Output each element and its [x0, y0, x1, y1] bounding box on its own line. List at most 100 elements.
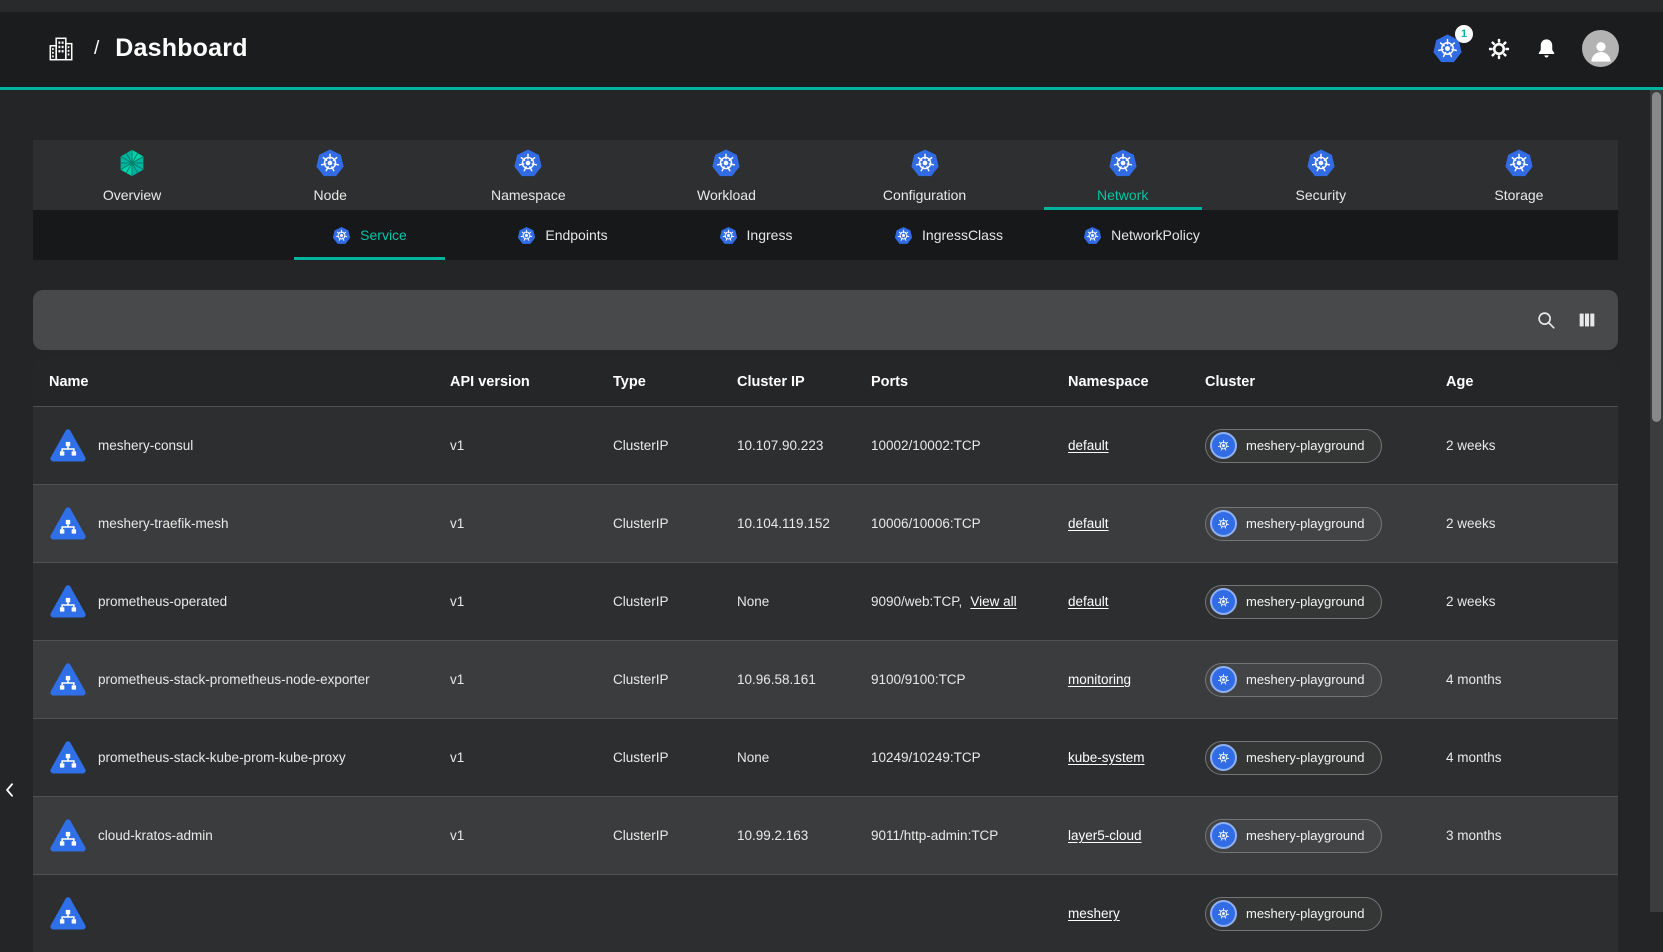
- table-row[interactable]: cloud-kratos-admin v1 ClusterIP 10.99.2.…: [33, 796, 1618, 874]
- name-cell: cloud-kratos-admin: [49, 817, 450, 855]
- name-cell: prometheus-stack-prometheus-node-exporte…: [49, 661, 450, 699]
- tab-overview[interactable]: Overview: [33, 140, 231, 210]
- namespace-link[interactable]: layer5-cloud: [1068, 828, 1142, 843]
- subtab-service[interactable]: Service: [273, 210, 466, 260]
- cluster-chip[interactable]: meshery-playground: [1205, 507, 1382, 541]
- api-version-cell: v1: [450, 672, 613, 687]
- cluster-cell: meshery-playground: [1205, 585, 1446, 619]
- settings-gear-icon[interactable]: [1487, 37, 1511, 61]
- subtab-label: Service: [360, 227, 407, 243]
- kubernetes-icon: [1210, 432, 1237, 459]
- table-row[interactable]: meshery-traefik-mesh v1 ClusterIP 10.104…: [33, 484, 1618, 562]
- kubernetes-icon: [1306, 148, 1336, 178]
- ports-cell: 9011/http-admin:TCP: [871, 828, 1068, 843]
- kubernetes-context-button[interactable]: 1: [1432, 33, 1463, 64]
- service-name: prometheus-stack-kube-prom-kube-proxy: [98, 750, 346, 765]
- subtab-ingress[interactable]: Ingress: [659, 210, 852, 260]
- namespace-link[interactable]: kube-system: [1068, 750, 1145, 765]
- tab-workload[interactable]: Workload: [627, 140, 825, 210]
- subtab-networkpolicy[interactable]: NetworkPolicy: [1045, 210, 1238, 260]
- service-triangle-icon: [49, 661, 87, 699]
- cluster-ip-cell: 10.96.58.161: [737, 672, 871, 687]
- cluster-cell: meshery-playground: [1205, 507, 1446, 541]
- cluster-cell: meshery-playground: [1205, 741, 1446, 775]
- cluster-cell: meshery-playground: [1205, 897, 1446, 931]
- kubernetes-icon: [1210, 744, 1237, 771]
- type-cell: ClusterIP: [613, 672, 737, 687]
- subtab-ingressclass[interactable]: IngressClass: [852, 210, 1045, 260]
- namespace-link[interactable]: default: [1068, 594, 1109, 609]
- cluster-ip-cell: 10.107.90.223: [737, 438, 871, 453]
- cluster-chip[interactable]: meshery-playground: [1205, 819, 1382, 853]
- service-name: prometheus-operated: [98, 594, 227, 609]
- user-avatar[interactable]: [1582, 30, 1619, 67]
- table-row[interactable]: prometheus-stack-kube-prom-kube-proxy v1…: [33, 718, 1618, 796]
- cluster-chip[interactable]: meshery-playground: [1205, 585, 1382, 619]
- tab-node[interactable]: Node: [231, 140, 429, 210]
- cluster-chip[interactable]: meshery-playground: [1205, 663, 1382, 697]
- service-name: cloud-kratos-admin: [98, 828, 213, 843]
- notifications-bell-icon[interactable]: [1535, 37, 1558, 60]
- table-row[interactable]: meshery-consul v1 ClusterIP 10.107.90.22…: [33, 406, 1618, 484]
- column-header-age[interactable]: Age: [1446, 374, 1618, 390]
- cluster-chip-label: meshery-playground: [1246, 594, 1365, 609]
- subtab-endpoints[interactable]: Endpoints: [466, 210, 659, 260]
- service-name: prometheus-stack-prometheus-node-exporte…: [98, 672, 370, 687]
- cluster-chip[interactable]: meshery-playground: [1205, 897, 1382, 931]
- search-icon[interactable]: [1535, 309, 1557, 331]
- tab-security[interactable]: Security: [1222, 140, 1420, 210]
- scrollbar-thumb[interactable]: [1652, 92, 1661, 422]
- table-row[interactable]: prometheus-stack-prometheus-node-exporte…: [33, 640, 1618, 718]
- namespace-link[interactable]: default: [1068, 438, 1109, 453]
- column-header-cluster[interactable]: Cluster: [1205, 374, 1446, 390]
- cluster-cell: meshery-playground: [1205, 819, 1446, 853]
- namespace-link[interactable]: monitoring: [1068, 672, 1131, 687]
- service-triangle-icon: [49, 739, 87, 777]
- ports-cell: [871, 906, 1068, 921]
- column-header-type[interactable]: Type: [613, 374, 737, 390]
- type-cell: ClusterIP: [613, 594, 737, 609]
- tab-network[interactable]: Network: [1024, 140, 1222, 210]
- view-all-ports-link[interactable]: View all: [970, 594, 1016, 609]
- namespace-cell: default: [1068, 594, 1205, 609]
- age-cell: 4 months: [1446, 750, 1618, 765]
- kubernetes-icon: [1210, 900, 1237, 927]
- column-header-api-version[interactable]: API version: [450, 374, 613, 390]
- header-accent-line: [0, 87, 1663, 90]
- api-version-cell: v1: [450, 438, 613, 453]
- kubernetes-icon: [513, 148, 543, 178]
- subtab-label: IngressClass: [922, 227, 1003, 243]
- page-scrollbar[interactable]: [1650, 90, 1663, 912]
- page-title: Dashboard: [115, 34, 247, 63]
- tab-configuration[interactable]: Configuration: [826, 140, 1024, 210]
- table-row[interactable]: prometheus-operated v1 ClusterIP None 90…: [33, 562, 1618, 640]
- cluster-ip-cell: 10.104.119.152: [737, 516, 871, 531]
- column-header-namespace[interactable]: Namespace: [1068, 374, 1205, 390]
- ports-cell: 10006/10006:TCP: [871, 516, 1068, 531]
- column-header-name[interactable]: Name: [49, 374, 450, 390]
- namespace-cell: monitoring: [1068, 672, 1205, 687]
- tab-storage[interactable]: Storage: [1420, 140, 1618, 210]
- tab-namespace[interactable]: Namespace: [429, 140, 627, 210]
- sidebar-collapse-button[interactable]: [0, 772, 24, 808]
- kubernetes-icon: [1210, 666, 1237, 693]
- namespace-link[interactable]: default: [1068, 516, 1109, 531]
- view-columns-icon[interactable]: [1576, 309, 1598, 331]
- table-toolbar: [33, 290, 1618, 350]
- namespace-link[interactable]: meshery: [1068, 906, 1120, 921]
- service-triangle-icon: [49, 505, 87, 543]
- age-cell: 2 weeks: [1446, 516, 1618, 531]
- tab-label: Workload: [697, 187, 756, 203]
- ports-cell: 10249/10249:TCP: [871, 750, 1068, 765]
- column-header-cluster-ip[interactable]: Cluster IP: [737, 374, 871, 390]
- building-icon[interactable]: [46, 34, 76, 64]
- column-header-ports[interactable]: Ports: [871, 374, 1068, 390]
- tab-label: Namespace: [491, 187, 566, 203]
- api-version-cell: v1: [450, 828, 613, 843]
- subtab-label: Endpoints: [545, 227, 607, 243]
- table-row[interactable]: meshery meshery-playground: [33, 874, 1618, 952]
- age-cell: 2 weeks: [1446, 594, 1618, 609]
- cluster-chip[interactable]: meshery-playground: [1205, 741, 1382, 775]
- cluster-chip[interactable]: meshery-playground: [1205, 429, 1382, 463]
- cluster-chip-label: meshery-playground: [1246, 438, 1365, 453]
